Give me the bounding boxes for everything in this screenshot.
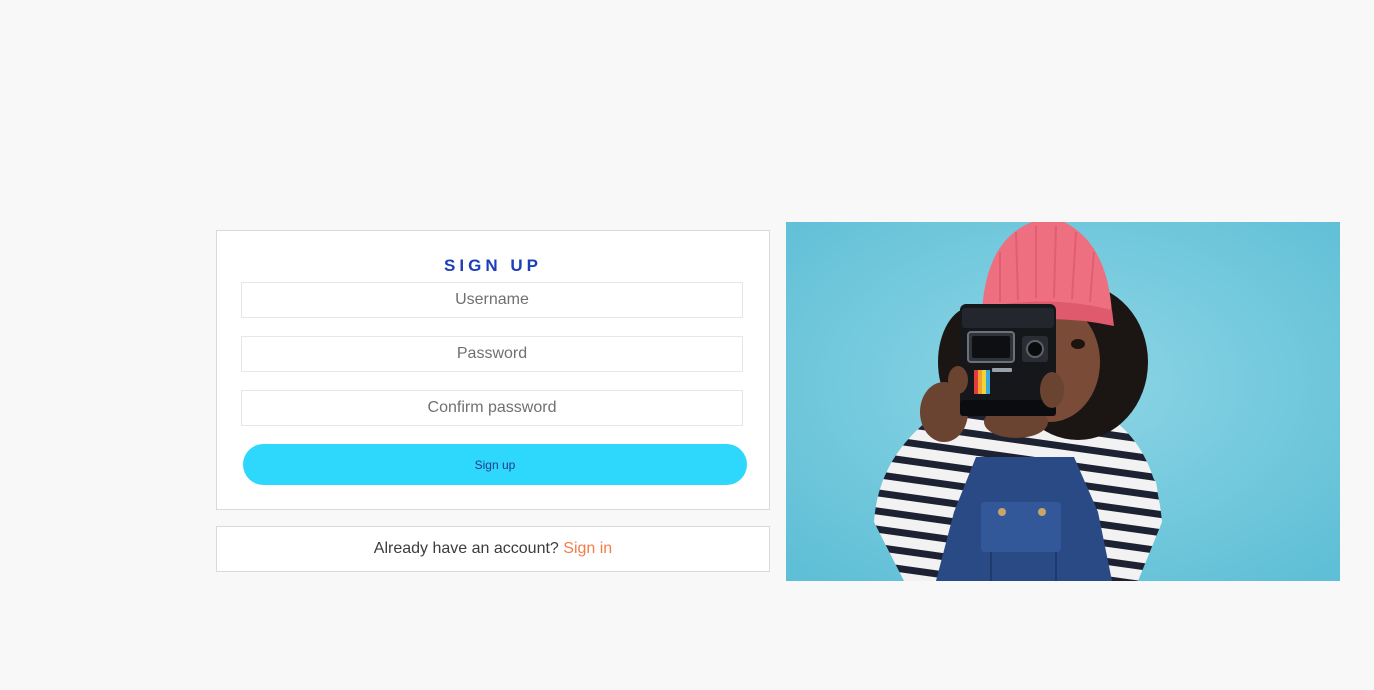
hero-photo — [786, 222, 1340, 581]
password-input[interactable] — [241, 336, 743, 372]
signup-button[interactable]: Sign up — [243, 444, 747, 485]
signin-link[interactable]: Sign in — [563, 540, 612, 557]
signup-title: SIGN UP — [444, 256, 542, 275]
signup-form: SIGN UP Sign up — [216, 230, 770, 510]
confirm-password-input[interactable] — [241, 390, 743, 426]
username-input[interactable] — [241, 282, 743, 318]
signin-prompt-card: Already have an account? Sign in — [216, 526, 770, 572]
signin-prompt-text: Already have an account? — [373, 540, 559, 557]
